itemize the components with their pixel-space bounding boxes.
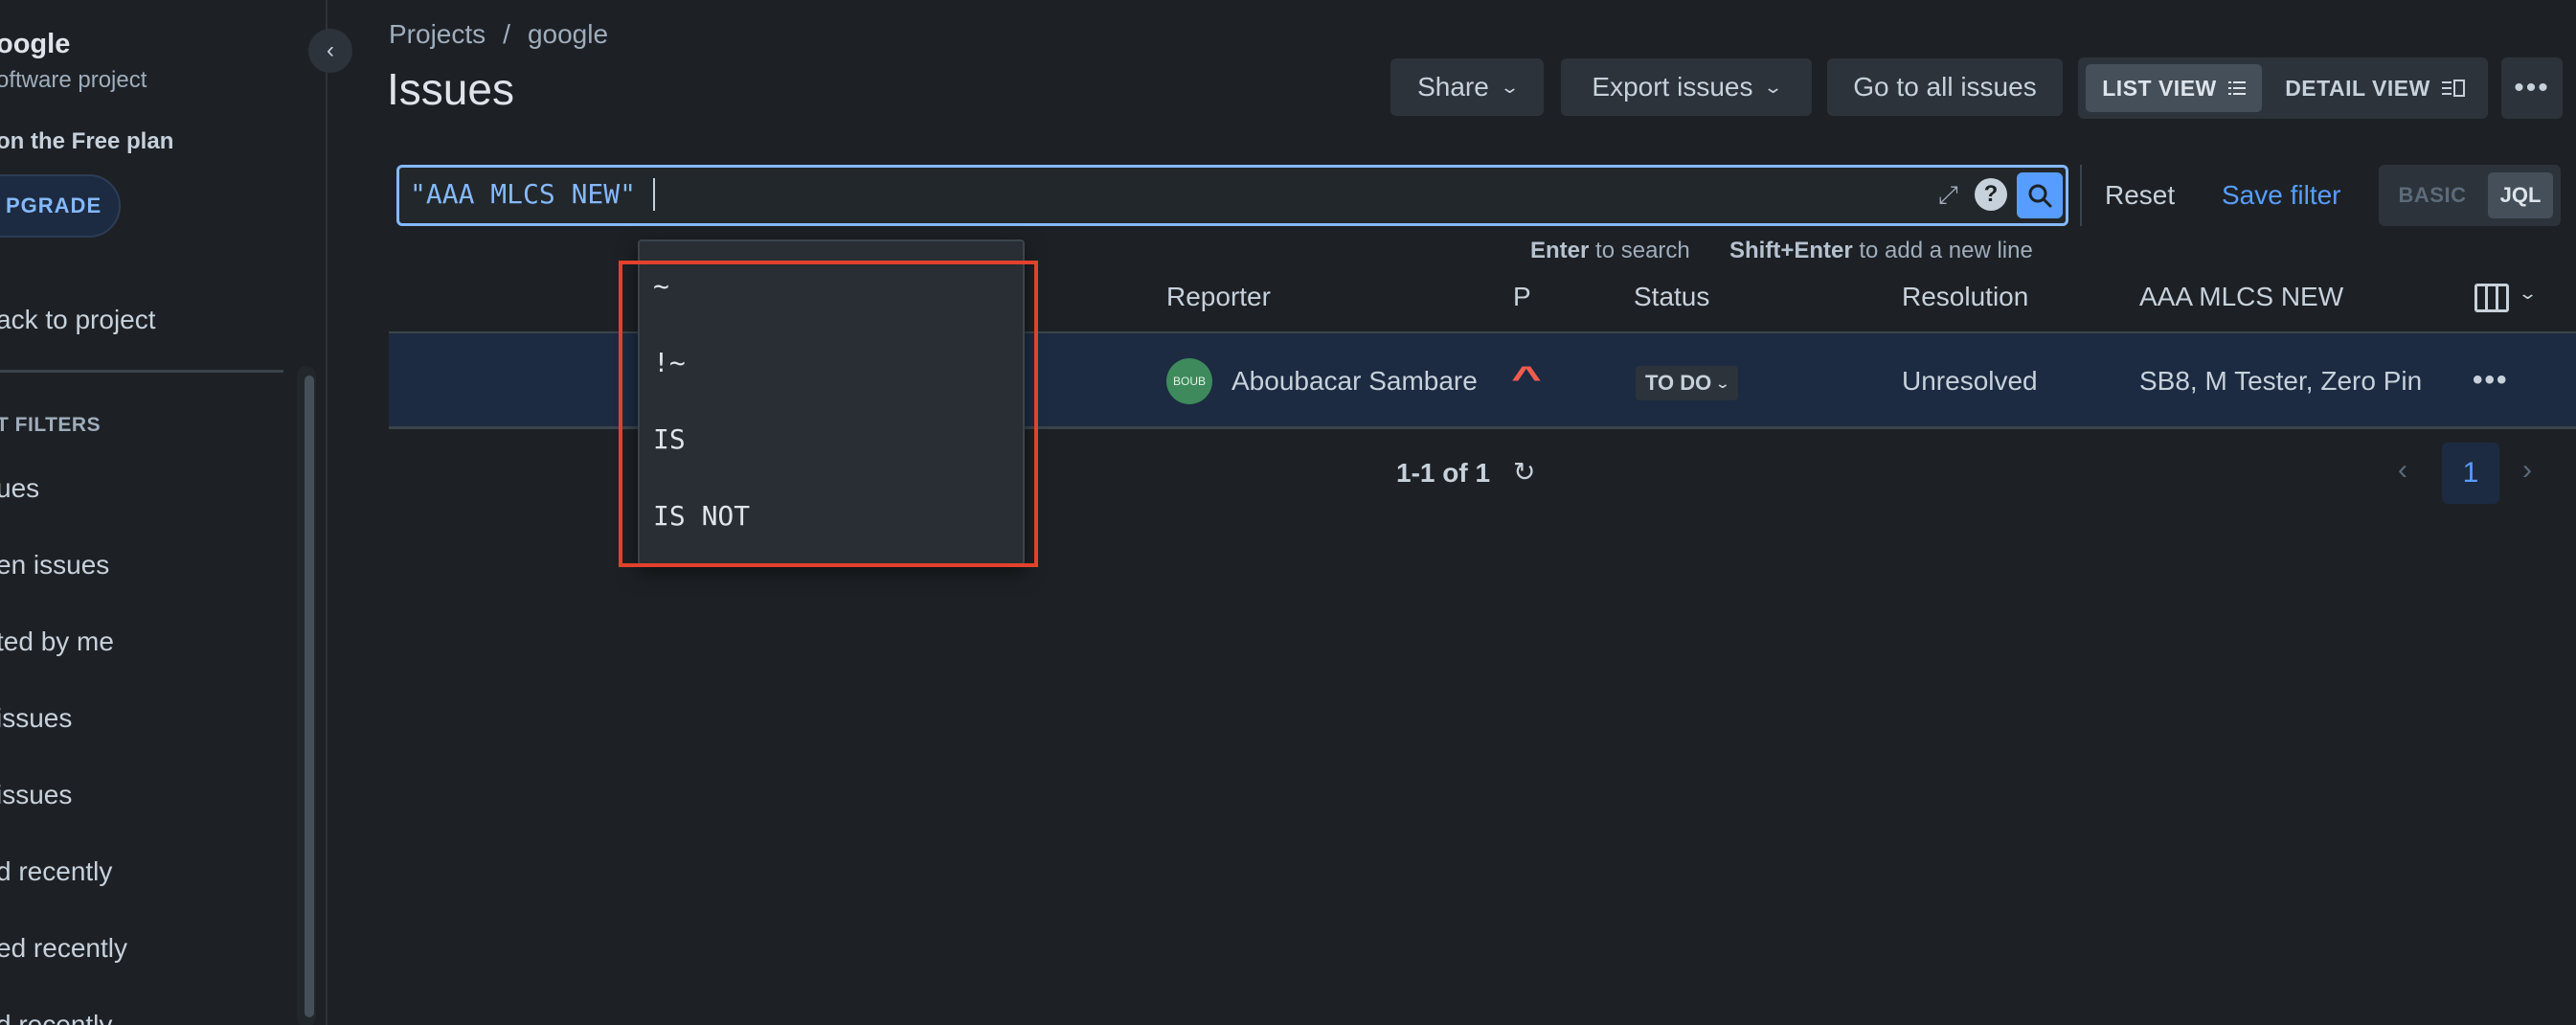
sidebar-scrollbar-thumb[interactable] bbox=[305, 376, 314, 1017]
highlight-box bbox=[619, 261, 1038, 567]
sidebar-item-recently-c[interactable]: d recently bbox=[0, 1010, 112, 1025]
column-header-status[interactable]: Status bbox=[1634, 282, 1709, 312]
sidebar-item-issues-b[interactable]: issues bbox=[0, 780, 72, 810]
sidebar: oogle oftware project on the Free plan P… bbox=[0, 0, 328, 1025]
basic-mode-button[interactable]: BASIC bbox=[2388, 172, 2476, 218]
project-type: oftware project bbox=[0, 67, 147, 93]
cell-reporter[interactable]: Aboubacar Sambare bbox=[1232, 366, 1478, 397]
shift-enter-hint: Shift+Enter to add a new line bbox=[1729, 238, 2033, 264]
search-icon bbox=[2028, 184, 2052, 208]
issue-count: 1-1 of 1 bbox=[1396, 458, 1491, 488]
list-view-label: LIST VIEW bbox=[2102, 75, 2217, 101]
search-button[interactable] bbox=[2017, 172, 2063, 218]
jql-search-field[interactable] bbox=[396, 165, 2068, 226]
back-to-project-link[interactable]: ack to project bbox=[0, 305, 156, 335]
enter-hint: Enter to search bbox=[1530, 238, 1690, 264]
go-to-all-issues-button[interactable]: Go to all issues bbox=[1827, 58, 2063, 116]
sidebar-item-reported-by-me[interactable]: ted by me bbox=[0, 626, 114, 657]
plan-text: on the Free plan bbox=[0, 128, 174, 154]
more-actions-button[interactable]: ••• bbox=[2501, 57, 2563, 119]
shift-enter-key: Shift+Enter bbox=[1729, 238, 1853, 263]
status-dropdown[interactable]: TO DO ⌄ bbox=[1636, 366, 1738, 400]
enter-hint-text: to search bbox=[1595, 238, 1690, 263]
export-label: Export issues bbox=[1592, 72, 1753, 102]
share-button[interactable]: Share ⌄ bbox=[1390, 58, 1544, 116]
more-icon: ••• bbox=[2514, 72, 2550, 103]
expand-icon[interactable]: ⤢ bbox=[1938, 180, 1958, 211]
sidebar-item-recently-a[interactable]: d recently bbox=[0, 856, 112, 887]
shift-enter-hint-text: to add a new line bbox=[1859, 238, 2033, 263]
detail-view-label: DETAIL VIEW bbox=[2285, 75, 2430, 101]
column-picker-icon[interactable] bbox=[2474, 284, 2509, 312]
list-icon bbox=[2227, 81, 2246, 95]
column-header-priority[interactable]: P bbox=[1513, 282, 1531, 312]
chevron-down-icon: ⌄ bbox=[1763, 77, 1784, 97]
status-label: TO DO bbox=[1645, 371, 1712, 395]
jql-query-text[interactable]: "AAA MLCS NEW" bbox=[410, 178, 636, 210]
project-name[interactable]: oogle bbox=[0, 29, 70, 60]
list-view-button[interactable]: LIST VIEW bbox=[2086, 64, 2262, 112]
breadcrumb-projects[interactable]: Projects bbox=[389, 19, 486, 49]
text-caret bbox=[653, 178, 655, 211]
column-header-aaa-mlcs-new[interactable]: AAA MLCS NEW bbox=[2139, 282, 2343, 312]
priority-high-icon: ^ bbox=[1511, 360, 1542, 397]
page-1-button[interactable]: 1 bbox=[2442, 443, 2499, 504]
refresh-icon[interactable]: ↻ bbox=[1513, 456, 1535, 488]
sidebar-item-all-issues[interactable]: ues bbox=[0, 473, 39, 504]
avatar: BOUB bbox=[1166, 358, 1212, 404]
chevron-down-icon: ⌄ bbox=[1714, 375, 1731, 391]
chevron-right-icon[interactable]: › bbox=[2522, 454, 2532, 487]
row-more-icon[interactable]: ••• bbox=[2473, 364, 2509, 397]
help-icon[interactable]: ? bbox=[1975, 178, 2007, 211]
column-header-resolution[interactable]: Resolution bbox=[1902, 282, 2028, 312]
search-divider bbox=[2080, 165, 2082, 226]
breadcrumb-separator: / bbox=[503, 19, 510, 49]
jql-mode-button[interactable]: JQL bbox=[2488, 172, 2553, 218]
save-filter-button[interactable]: Save filter bbox=[2222, 180, 2341, 211]
chevron-down-icon[interactable]: ⌄ bbox=[2518, 284, 2538, 304]
detail-view-icon bbox=[2441, 80, 2465, 97]
chevron-left-icon: ‹ bbox=[327, 37, 334, 63]
breadcrumb: Projects / google bbox=[389, 19, 608, 50]
filters-section-title: T FILTERS bbox=[0, 414, 102, 436]
page-title: Issues bbox=[387, 64, 514, 114]
upgrade-button[interactable]: PGRADE bbox=[0, 174, 121, 238]
share-label: Share bbox=[1417, 72, 1489, 102]
sidebar-item-issues-a[interactable]: issues bbox=[0, 703, 72, 734]
chevron-down-icon: ⌄ bbox=[1499, 77, 1520, 97]
export-issues-button[interactable]: Export issues ⌄ bbox=[1561, 58, 1812, 116]
chevron-left-icon[interactable]: ‹ bbox=[2398, 454, 2407, 487]
enter-key: Enter bbox=[1530, 238, 1590, 263]
column-header-reporter[interactable]: Reporter bbox=[1166, 282, 1271, 312]
cell-resolution: Unresolved bbox=[1902, 366, 2038, 396]
sidebar-item-open-issues[interactable]: en issues bbox=[0, 550, 109, 581]
collapse-sidebar-button[interactable]: ‹ bbox=[308, 29, 352, 73]
breadcrumb-project[interactable]: google bbox=[528, 19, 608, 49]
cell-aaa-mlcs-new: SB8, M Tester, Zero Pin bbox=[2139, 366, 2423, 396]
detail-view-button[interactable]: DETAIL VIEW bbox=[2270, 64, 2480, 112]
reset-button[interactable]: Reset bbox=[2105, 180, 2175, 211]
sidebar-divider bbox=[0, 370, 283, 373]
sidebar-item-recently-b[interactable]: ed recently bbox=[0, 933, 127, 964]
